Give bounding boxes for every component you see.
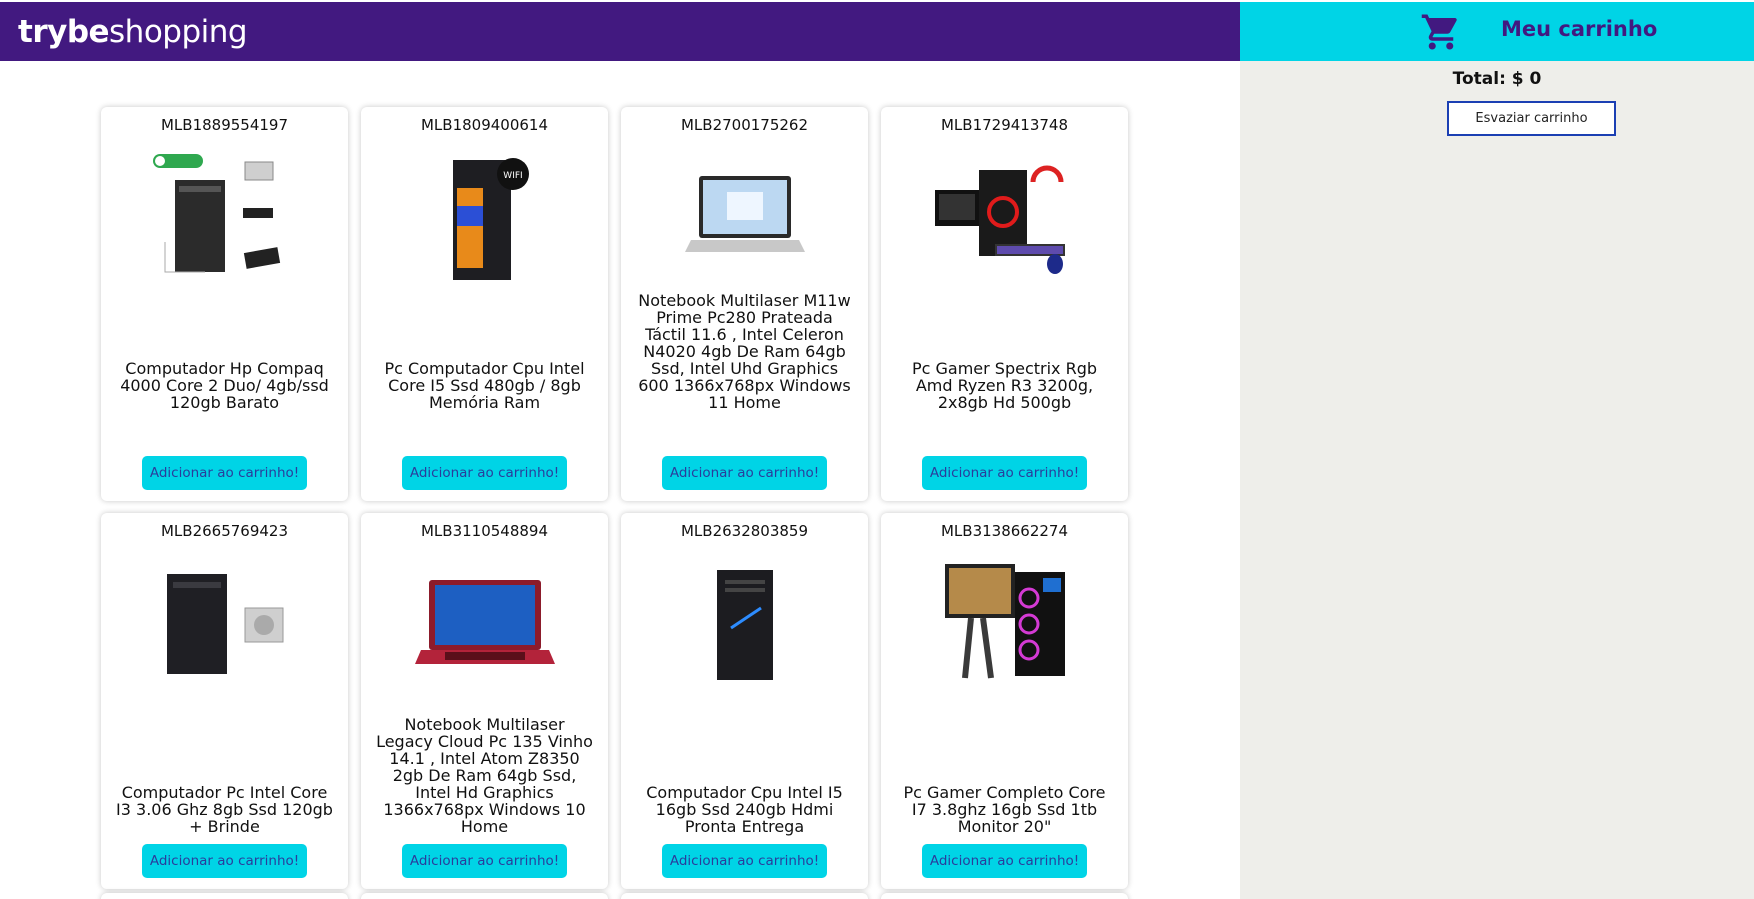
product-card: MLB3138662274 Pc Gamer Completo Core I7 … <box>881 513 1128 889</box>
svg-text:WIFI: WIFI <box>503 171 522 181</box>
product-card: MLB1809400614 WIFI Pc Computador Cpu Int… <box>361 107 608 501</box>
product-card <box>881 893 1128 899</box>
add-to-cart-button[interactable]: Adicionar ao carrinho! <box>142 456 307 490</box>
product-card: MLB1889554197 Computador Hp Compaq 4000 … <box>101 107 348 501</box>
add-to-cart-button[interactable]: Adicionar ao carrinho! <box>922 844 1087 878</box>
product-image <box>935 165 1065 274</box>
product-image <box>153 154 281 273</box>
add-to-cart-button[interactable]: Adicionar ao carrinho! <box>402 844 567 878</box>
product-image <box>945 564 1065 679</box>
brand-logo-light: shopping <box>109 14 248 50</box>
product-card <box>361 893 608 899</box>
add-to-cart-button[interactable]: Adicionar ao carrinho! <box>402 456 567 490</box>
product-title: Pc Gamer Spectrix Rgb Amd Ryzen R3 3200g… <box>911 359 1098 412</box>
add-to-cart-button[interactable]: Adicionar ao carrinho! <box>662 456 827 490</box>
product-image <box>717 570 773 680</box>
cart-total: Total: $ 0 <box>1452 69 1542 89</box>
product-card: MLB3110548894 Notebook Multilaser Legacy… <box>361 513 608 889</box>
add-to-cart-button[interactable]: Adicionar ao carrinho! <box>662 844 827 878</box>
cart-header <box>1240 2 1754 61</box>
app: trybeshopping Meu carrinho Total: $ 0 Es… <box>0 0 1754 899</box>
product-image <box>685 176 805 252</box>
product-title: Computador Cpu Intel I5 16gb Ssd 240gb H… <box>646 783 843 836</box>
shopping-cart-icon[interactable] <box>1420 11 1462 53</box>
product-id: MLB1889554197 <box>160 116 289 134</box>
product-card: MLB2665769423 Computador Pc Intel Core I… <box>101 513 348 889</box>
product-title: Notebook Multilaser Legacy Cloud Pc 135 … <box>376 715 593 836</box>
product-card <box>621 893 868 899</box>
product-image <box>167 574 284 674</box>
product-title: Pc Computador Cpu Intel Core I5 Ssd 480g… <box>384 359 585 412</box>
cart-title[interactable]: Meu carrinho <box>1501 17 1657 41</box>
product-id: MLB2665769423 <box>160 522 289 540</box>
product-id: MLB3138662274 <box>940 522 1069 540</box>
product-image: WIFI <box>453 158 529 280</box>
empty-cart-button[interactable]: Esvaziar carrinho <box>1447 101 1616 136</box>
product-id: MLB2700175262 <box>680 116 809 134</box>
product-id: MLB3110548894 <box>420 522 549 540</box>
product-card: MLB2700175262 Notebook Multilaser M11w P… <box>621 107 868 501</box>
product-id: MLB2632803859 <box>680 522 809 540</box>
add-to-cart-button[interactable]: Adicionar ao carrinho! <box>922 456 1087 490</box>
add-to-cart-button[interactable]: Adicionar ao carrinho! <box>142 844 307 878</box>
product-card: MLB2632803859 Computador Cpu Intel I5 16… <box>621 513 868 889</box>
product-id: MLB1729413748 <box>940 116 1069 134</box>
product-image <box>415 580 555 664</box>
product-card <box>101 893 348 899</box>
product-card: MLB1729413748 Pc Gamer Spectrix Rgb Amd … <box>881 107 1128 501</box>
product-title: Pc Gamer Completo Core I7 3.8ghz 16gb Ss… <box>903 783 1106 836</box>
product-title: Computador Hp Compaq 4000 Core 2 Duo/ 4g… <box>120 359 329 412</box>
cart-panel <box>1240 61 1754 899</box>
brand-logo[interactable]: trybeshopping <box>18 14 248 50</box>
brand-logo-bold: trybe <box>18 14 110 50</box>
top-header: trybeshopping <box>0 2 1240 61</box>
product-id: MLB1809400614 <box>420 116 549 134</box>
product-title: Notebook Multilaser M11w Prime Pc280 Pra… <box>638 291 851 412</box>
product-title: Computador Pc Intel Core I3 3.06 Ghz 8gb… <box>116 783 333 836</box>
